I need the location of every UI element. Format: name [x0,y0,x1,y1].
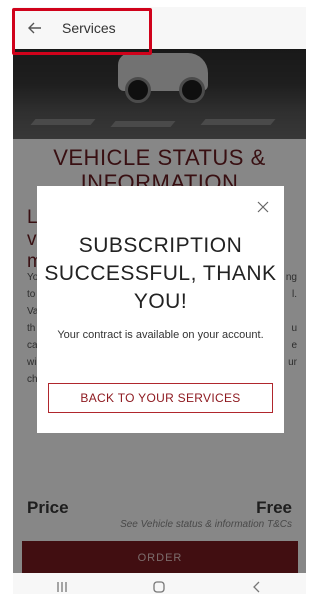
subscription-success-dialog: SUBSCRIPTION SUCCESSFUL, THANK YOU! Your… [37,186,284,433]
dialog-title: SUBSCRIPTION SUCCESSFUL, THANK YOU! [44,234,277,313]
back-chevron-icon[interactable] [242,577,272,594]
back-to-services-button[interactable]: BACK TO YOUR SERVICES [48,383,273,413]
system-navigation-bar [13,573,306,594]
recent-apps-icon[interactable] [47,577,77,594]
home-icon[interactable] [144,577,174,594]
dialog-message: Your contract is available on your accou… [57,329,264,341]
highlight-box [12,8,152,55]
close-icon[interactable] [256,200,270,214]
